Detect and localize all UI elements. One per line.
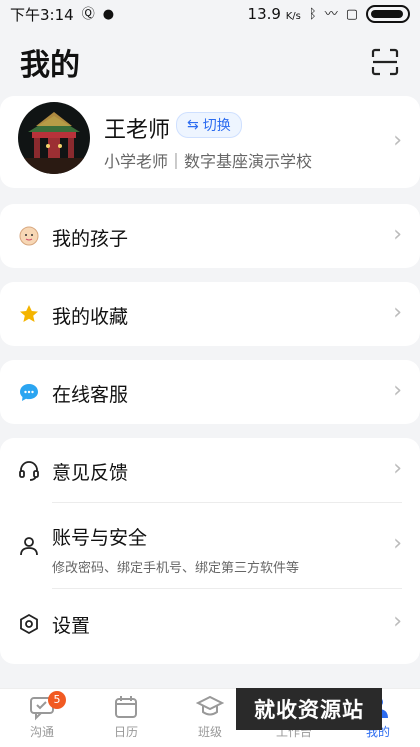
tab-communicate[interactable]: 5 沟通	[0, 691, 84, 740]
chevron-right-icon: ›	[393, 378, 402, 403]
profile-card[interactable]: 王老师 ⇆ 切换 小学老师｜数字基座演示学校 ›	[0, 96, 420, 188]
headset-icon	[18, 459, 40, 481]
status-bar: 下午3:14 Ⓠ ● 13.9 K/s ᛒ 〰 ▢	[0, 0, 420, 28]
chat-bubble-icon	[18, 381, 40, 403]
chevron-right-icon: ›	[393, 456, 402, 481]
watermark-overlay: 就收资源站	[236, 688, 382, 730]
chevron-right-icon: ›	[393, 531, 402, 556]
swap-icon: ⇆	[187, 117, 199, 133]
switch-role-button[interactable]: ⇆ 切换	[176, 112, 242, 138]
tab-label: 沟通	[29, 725, 54, 739]
menu-item-favorites[interactable]: 我的收藏 ›	[0, 282, 420, 346]
unread-badge: 5	[48, 691, 66, 709]
status-time: 下午3:14	[10, 5, 74, 24]
menu-item-support[interactable]: 在线客服 ›	[0, 360, 420, 424]
battery-icon	[366, 5, 410, 23]
person-icon	[18, 535, 40, 557]
tab-calendar[interactable]: 日历	[84, 693, 168, 740]
bluetooth-icon: ᛒ	[308, 6, 317, 22]
menu-label: 在线客服	[52, 384, 129, 406]
menu-item-settings[interactable]: 设置 ›	[0, 589, 420, 653]
menu-item-children[interactable]: 我的孩子 ›	[0, 204, 420, 268]
menu-item-account-security[interactable]: 账号与安全 修改密码、绑定手机号、绑定第三方软件等 ›	[0, 503, 420, 587]
menu-label: 设置	[52, 615, 91, 637]
menu-label: 我的孩子	[52, 228, 129, 250]
gear-icon	[18, 613, 40, 635]
menu-label: 意见反馈	[52, 462, 129, 484]
sim-icon: ▢	[345, 6, 358, 22]
wifi-icon: 〰	[324, 6, 338, 22]
star-icon	[18, 303, 40, 325]
switch-label: 切换	[202, 118, 231, 134]
page-title: 我的	[20, 48, 80, 83]
graduation-cap-icon	[196, 695, 224, 716]
calendar-icon	[115, 696, 137, 718]
baby-face-icon	[18, 225, 40, 247]
avatar[interactable]	[18, 102, 90, 174]
network-speed: 13.9 K/s	[247, 5, 301, 23]
menu-item-feedback[interactable]: 意见反馈 ›	[0, 438, 420, 502]
menu-label: 账号与安全	[52, 527, 148, 549]
account-icon: ●	[102, 6, 115, 22]
q-app-icon: Ⓠ	[81, 6, 95, 22]
profile-name: 王老师	[104, 118, 171, 143]
page-header: 我的	[20, 40, 400, 84]
scan-icon[interactable]	[370, 47, 400, 77]
profile-subtitle: 小学老师｜数字基座演示学校	[104, 152, 313, 171]
chevron-right-icon: ›	[393, 609, 402, 634]
chevron-right-icon: ›	[393, 222, 402, 247]
tab-label: 日历	[113, 725, 138, 739]
menu-sublabel: 修改密码、绑定手机号、绑定第三方软件等	[52, 561, 300, 576]
menu-label: 我的收藏	[52, 306, 129, 328]
chevron-right-icon: ›	[393, 128, 402, 153]
settings-group-card: 意见反馈 › 账号与安全 修改密码、绑定手机号、绑定第三方软件等 › 设置 ›	[0, 438, 420, 664]
chevron-right-icon: ›	[393, 300, 402, 325]
